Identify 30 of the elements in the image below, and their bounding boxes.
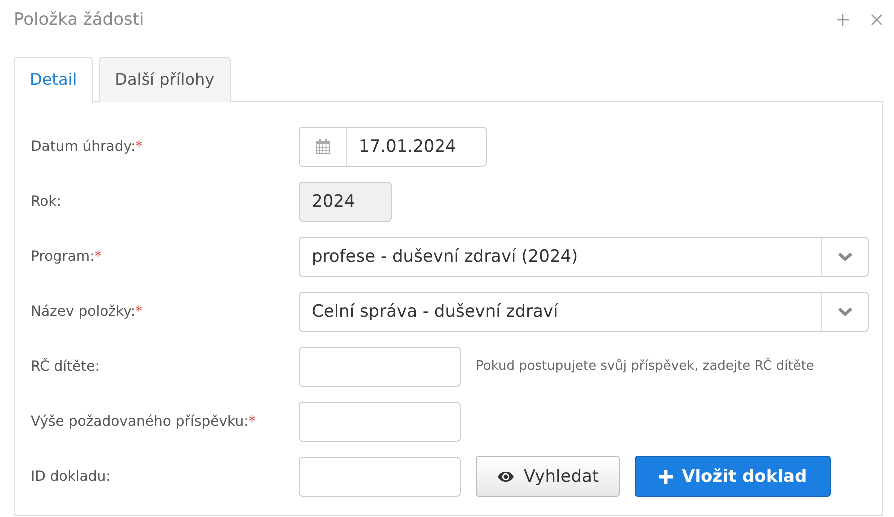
tab[interactable]: Detail (14, 57, 94, 103)
chevron-down-icon (838, 252, 852, 262)
search-button[interactable]: Vyhledat (476, 456, 620, 497)
date-field[interactable]: 17.01.2024 (299, 126, 487, 166)
help-text: Pokud postupujete svůj příspěvek, zadejte RČ dítěte (476, 359, 814, 374)
required-mark: * (94, 248, 102, 264)
insert-button[interactable]: Vložit doklad (635, 456, 832, 497)
field-label: Název položky: (31, 304, 136, 320)
field-label: ID dokladu: (31, 468, 111, 484)
input-field[interactable] (299, 346, 461, 386)
required-mark: * (248, 414, 256, 430)
eye-icon (497, 470, 515, 484)
plus-icon (659, 470, 674, 484)
chevron-down-icon (838, 306, 852, 316)
required-mark: * (136, 304, 143, 320)
calendar-icon (316, 139, 330, 154)
field-label: Výše požadovaného příspěvku: (31, 414, 249, 430)
field-label: Rok: (31, 194, 62, 210)
field-label: Datum úhrady: (31, 138, 136, 154)
close-icon[interactable] (870, 13, 884, 27)
tab[interactable]: Další přílohy (99, 57, 231, 102)
dropdown[interactable]: profese - duševní zdraví (2024) (299, 236, 869, 276)
dropdown[interactable]: Celní správa - duševní zdraví (299, 292, 869, 332)
input-field[interactable] (299, 402, 461, 442)
input-field[interactable] (299, 456, 461, 496)
required-mark: * (136, 138, 143, 154)
field-label: RČ dítěte: (31, 358, 100, 374)
field-label: Program: (31, 248, 95, 264)
window-title: Položka žádosti (14, 10, 144, 30)
add-icon[interactable] (836, 13, 850, 27)
